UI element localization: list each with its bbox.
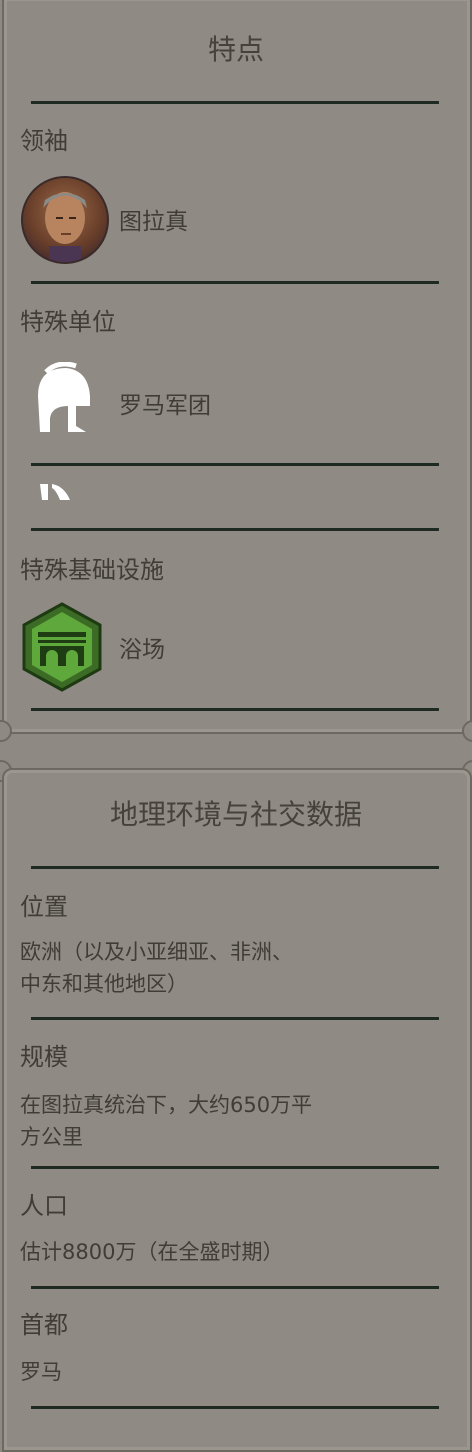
divider xyxy=(31,528,439,531)
infrastructure-name: 浴场 xyxy=(119,637,165,663)
size-text-line2: 方公里 xyxy=(20,1125,83,1149)
capital-text: 罗马 xyxy=(20,1360,62,1384)
helmet-icon[interactable] xyxy=(28,362,94,434)
geo-title: 地理环境与社交数据 xyxy=(109,798,362,831)
location-text-line2: 中东和其他地区） xyxy=(20,972,188,996)
leader-face-icon xyxy=(43,192,87,262)
bath-building-icon[interactable] xyxy=(22,602,102,692)
divider xyxy=(31,1286,439,1289)
location-heading: 位置 xyxy=(20,893,68,921)
infrastructure-heading: 特殊基础设施 xyxy=(20,556,164,584)
divider xyxy=(31,708,439,711)
traits-title: 特点 xyxy=(207,33,264,66)
leader-portrait[interactable] xyxy=(21,176,109,264)
panel-corner xyxy=(462,720,472,742)
capital-heading: 首都 xyxy=(20,1311,68,1339)
divider xyxy=(31,866,439,869)
divider xyxy=(31,463,439,466)
unit-name: 罗马军团 xyxy=(119,393,211,419)
divider xyxy=(31,1166,439,1169)
divider xyxy=(31,101,439,104)
leader-name: 图拉真 xyxy=(119,209,188,235)
divider xyxy=(31,1017,439,1020)
unit-heading: 特殊单位 xyxy=(20,308,116,336)
size-text-line1: 在图拉真统治下，大约650万平 xyxy=(20,1093,313,1117)
size-heading: 规模 xyxy=(20,1043,68,1071)
divider xyxy=(31,1406,439,1409)
population-heading: 人口 xyxy=(20,1192,68,1220)
leader-heading: 领袖 xyxy=(20,127,68,155)
helmet-icon-partial xyxy=(40,484,70,500)
divider xyxy=(31,281,439,284)
location-text-line1: 欧洲（以及小亚细亚、非洲、 xyxy=(20,940,293,964)
population-text: 估计8800万（在全盛时期） xyxy=(20,1240,284,1264)
